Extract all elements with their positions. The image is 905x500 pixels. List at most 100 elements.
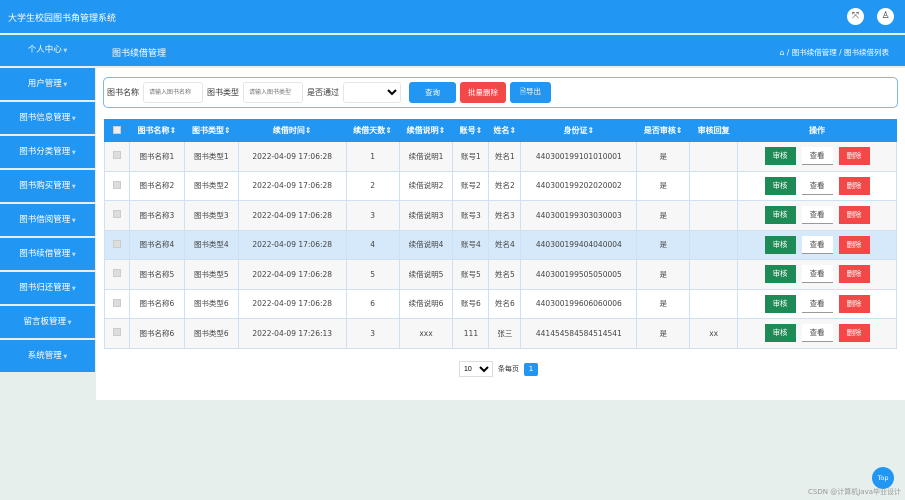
sidebar-item[interactable]: 图书续借管理 ▼ [0, 238, 95, 270]
column-header[interactable]: 续借时间⇕ [237, 119, 347, 142]
row-checkbox[interactable] [104, 200, 130, 231]
breadcrumb-item[interactable]: 图书续借管理 [792, 48, 837, 57]
sort-icon[interactable]: ⇕ [510, 126, 517, 135]
view-button[interactable]: 查看 [801, 265, 833, 284]
row-checkbox[interactable] [104, 229, 130, 260]
actions-cell: 审核 查看 删除 [737, 141, 897, 172]
table-cell: 440300199606060006 [520, 288, 638, 319]
sidebar-item[interactable]: 个人中心 ▼ [0, 35, 95, 66]
column-header[interactable]: 续借说明⇕ [398, 119, 454, 142]
sidebar-item[interactable]: 图书借阅管理 ▼ [0, 204, 95, 236]
user-icon[interactable]: ♙ [877, 8, 894, 25]
delete-button[interactable]: 删除 [838, 324, 870, 343]
sidebar-item[interactable]: 用户管理 ▼ [0, 68, 95, 100]
sort-icon[interactable]: ⇕ [385, 126, 392, 135]
sidebar-item[interactable]: 留言板管理 ▼ [0, 306, 95, 338]
sort-icon[interactable]: ⇕ [439, 126, 446, 135]
row-checkbox[interactable] [104, 259, 130, 290]
back-to-top-button[interactable]: Top [872, 467, 894, 489]
home-icon[interactable]: ⌂ [780, 48, 785, 57]
expand-icon[interactable]: ⤧ [847, 8, 864, 25]
view-button[interactable]: 查看 [801, 176, 833, 195]
table-cell: 续借说明5 [398, 259, 454, 290]
page-size-select[interactable]: 10 [459, 361, 493, 377]
table-cell: 440300199202020002 [520, 170, 638, 201]
table-cell: 图书名称3 [128, 200, 185, 231]
table-cell: 2022-04-09 17:06:28 [237, 229, 347, 260]
table-cell: 2022-04-09 17:06:28 [237, 170, 347, 201]
table-cell: 姓名4 [488, 229, 522, 260]
column-header[interactable]: 续借天数⇕ [345, 119, 400, 142]
row-checkbox[interactable] [104, 141, 130, 172]
table-cell: 2022-04-09 17:06:28 [237, 259, 347, 290]
column-header[interactable]: 身份证⇕ [520, 119, 638, 142]
row-checkbox[interactable] [104, 288, 130, 319]
sidebar-item[interactable]: 图书归还管理 ▼ [0, 272, 95, 304]
sort-icon[interactable]: ⇕ [476, 126, 483, 135]
sort-icon[interactable]: ⇕ [170, 126, 177, 135]
column-header[interactable]: 姓名⇕ [488, 119, 522, 142]
name-label: 图书名称 [107, 88, 139, 97]
caret-down-icon: ▼ [70, 252, 76, 258]
delete-button[interactable]: 删除 [838, 206, 870, 225]
table-cell: 姓名3 [488, 200, 522, 231]
delete-button[interactable]: 删除 [838, 265, 870, 284]
table-row[interactable]: 图书名称3 图书类型3 2022-04-09 17:06:28 3 续借说明3 账号3 姓名… [104, 200, 897, 231]
column-header[interactable]: 账号⇕ [452, 119, 490, 142]
sidebar: 个人中心 ▼ 用户管理 ▼ 图书信息管理 ▼ 图书分类管理 ▼ 图书购买管理 ▼ 图书借阅… [0, 35, 95, 374]
delete-button[interactable]: 删除 [838, 294, 870, 313]
page-1-button[interactable]: 1 [524, 362, 538, 376]
column-header[interactable]: 图书类型⇕ [183, 119, 239, 142]
export-button[interactable]: 🗎导出 [510, 82, 552, 103]
query-button[interactable]: 查询 [409, 82, 456, 103]
view-button[interactable]: 查看 [801, 324, 833, 343]
review-button[interactable]: 审核 [764, 176, 796, 195]
book-type-input[interactable] [243, 82, 303, 103]
table-cell [689, 288, 739, 319]
view-button[interactable]: 查看 [801, 206, 833, 225]
review-button[interactable]: 审核 [764, 147, 796, 166]
table-row[interactable]: 图书名称5 图书类型5 2022-04-09 17:06:28 5 续借说明5 账号5 姓名… [104, 259, 897, 290]
sort-icon[interactable]: ⇕ [587, 126, 594, 135]
table-row[interactable]: 图书名称2 图书类型2 2022-04-09 17:06:28 2 续借说明2 账号2 姓名… [104, 170, 897, 201]
table-cell: 图书类型6 [183, 288, 239, 319]
table-cell: 4 [345, 229, 400, 260]
column-header[interactable]: 是否审核⇕ [636, 119, 691, 142]
delete-button[interactable]: 删除 [838, 147, 870, 166]
view-button[interactable]: 查看 [801, 235, 833, 254]
review-button[interactable]: 审核 [764, 324, 796, 343]
pagination: 10 条每页 1 [459, 361, 538, 377]
table-cell: 5 [345, 259, 400, 290]
review-button[interactable]: 审核 [764, 206, 796, 225]
sidebar-item[interactable]: 图书分类管理 ▼ [0, 136, 95, 168]
review-button[interactable]: 审核 [764, 265, 796, 284]
batch-delete-button[interactable]: 批量删除 [460, 82, 506, 103]
book-name-input[interactable] [143, 82, 203, 103]
table-row[interactable]: 图书名称6 图书类型6 2022-04-09 17:06:28 6 续借说明6 账号6 姓名… [104, 288, 897, 319]
pass-select[interactable] [343, 82, 401, 103]
select-all-checkbox[interactable] [104, 119, 130, 142]
sidebar-item[interactable]: 图书购买管理 ▼ [0, 170, 95, 202]
delete-button[interactable]: 删除 [838, 176, 870, 195]
sort-icon[interactable]: ⇕ [305, 126, 312, 135]
view-button[interactable]: 查看 [801, 294, 833, 313]
sort-icon[interactable]: ⇕ [224, 126, 231, 135]
sidebar-item[interactable]: 系统管理 ▼ [0, 340, 95, 372]
review-button[interactable]: 审核 [764, 235, 796, 254]
column-header[interactable]: 审核回复 [689, 119, 739, 142]
table-row[interactable]: 图书名称1 图书类型1 2022-04-09 17:06:28 1 续借说明1 账号1 姓名… [104, 141, 897, 172]
sidebar-item-label: 用户管理 [27, 79, 62, 89]
sort-icon[interactable]: ⇕ [676, 126, 683, 135]
table-cell: 2022-04-09 17:26:13 [237, 318, 347, 349]
table-row[interactable]: 图书名称4 图书类型4 2022-04-09 17:06:28 4 续借说明4 账号4 姓名… [104, 229, 897, 260]
review-button[interactable]: 审核 [764, 294, 796, 313]
app-title: 大学生校园图书角管理系统 [8, 14, 117, 24]
row-checkbox[interactable] [104, 170, 130, 201]
sidebar-item[interactable]: 图书信息管理 ▼ [0, 102, 95, 134]
column-header[interactable]: 图书名称⇕ [128, 119, 185, 142]
table-row[interactable]: 图书名称6 图书类型6 2022-04-09 17:26:13 3 xxx 111 张三 44… [104, 318, 897, 349]
sidebar-item-label: 图书分类管理 [19, 147, 71, 157]
row-checkbox[interactable] [104, 318, 130, 349]
view-button[interactable]: 查看 [801, 147, 833, 166]
delete-button[interactable]: 删除 [838, 235, 870, 254]
